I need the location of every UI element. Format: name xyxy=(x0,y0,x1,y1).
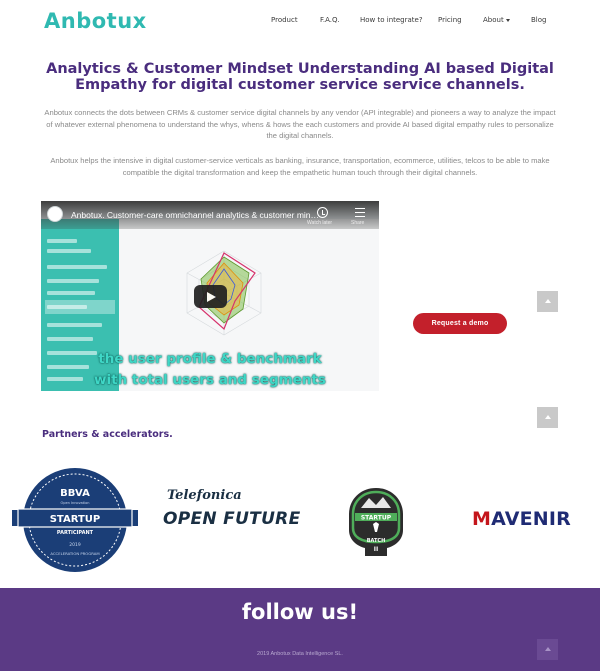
batch-label: BATCH xyxy=(367,538,386,544)
request-demo-button[interactable]: Request a demo xyxy=(413,313,507,334)
nav-item-faq[interactable]: F.A.Q. xyxy=(320,16,340,24)
bbva-banner: STARTUP xyxy=(50,514,101,525)
brand-logo[interactable]: Anbotux xyxy=(44,9,147,33)
bbva-year: 2019 xyxy=(69,542,81,548)
video-caption: the user profile & benchmark with total … xyxy=(41,349,379,391)
mavenir-m: M xyxy=(472,508,492,530)
scroll-to-top-button-2[interactable] xyxy=(537,407,558,428)
share-label: Share xyxy=(351,220,365,226)
nav-item-how-to-integrate[interactable]: How to integrate? xyxy=(360,16,423,24)
hero-paragraph-1: Anbotux connects the dots between CRMs &… xyxy=(44,108,556,140)
partners-heading: Partners & accelerators. xyxy=(42,429,173,440)
nav-item-product[interactable]: Product xyxy=(271,16,298,24)
follow-us-heading: follow us! xyxy=(241,600,359,624)
hero-paragraph-2: Anbotux helps the intensive in digital c… xyxy=(50,156,550,177)
watch-later-label: Watch later xyxy=(307,220,333,226)
bbva-startup-badge: BBVA Open Innovation STARTUP PARTICIPANT… xyxy=(12,468,138,572)
bbva-program: ACCELERATION PROGRAM xyxy=(50,551,99,556)
nav-item-about[interactable]: About xyxy=(483,16,510,24)
share-icon[interactable] xyxy=(355,208,365,217)
play-icon[interactable] xyxy=(194,285,227,308)
site-footer: follow us! 2019 Anbotux Data Intelligenc… xyxy=(0,588,600,671)
channel-avatar[interactable] xyxy=(47,206,63,222)
batch-startup-label: STARTUP xyxy=(361,515,392,522)
open-future-wordmark: OPEN FUTURE xyxy=(163,509,301,529)
nav-item-pricing[interactable]: Pricing xyxy=(438,16,462,24)
nav-item-about-label: About xyxy=(483,16,504,24)
video-caption-line-1: the user profile & benchmark xyxy=(98,351,322,367)
site-header: Anbotux Product F.A.Q. How to integrate?… xyxy=(0,0,600,42)
mavenir-rest: AVENIR xyxy=(491,508,572,530)
video-player[interactable]: Anbotux. Customer-care omnichannel analy… xyxy=(41,201,379,391)
bbva-brand: BBVA xyxy=(60,488,90,499)
video-title[interactable]: Anbotux. Customer-care omnichannel analy… xyxy=(71,210,321,220)
telefonica-wordmark: Telefonica xyxy=(167,488,242,503)
scroll-to-top-button[interactable] xyxy=(537,291,558,312)
nav-item-blog[interactable]: Blog xyxy=(531,16,546,24)
video-caption-line-2: with total users and segments xyxy=(94,372,326,388)
clock-icon[interactable] xyxy=(317,207,328,218)
hero-title: Analytics & Customer Mindset Understandi… xyxy=(46,61,554,93)
startup-batch-badge: STARTUP BATCH II xyxy=(349,488,403,556)
batch-number: II xyxy=(374,546,378,553)
video-topbar: Anbotux. Customer-care omnichannel analy… xyxy=(41,201,379,229)
chevron-down-icon xyxy=(505,18,510,22)
copyright-text: 2019 Anbotux Data Intelligence SL. xyxy=(257,651,343,657)
telefonica-open-future-logo: Telefonica OPEN FUTURE xyxy=(163,488,301,529)
mavenir-logo: MAVENIR xyxy=(472,508,571,530)
footer-scroll-to-top-button[interactable] xyxy=(537,639,558,660)
bbva-sub: Open Innovation xyxy=(61,501,90,505)
bbva-banner-sub: PARTICIPANT xyxy=(57,530,94,536)
